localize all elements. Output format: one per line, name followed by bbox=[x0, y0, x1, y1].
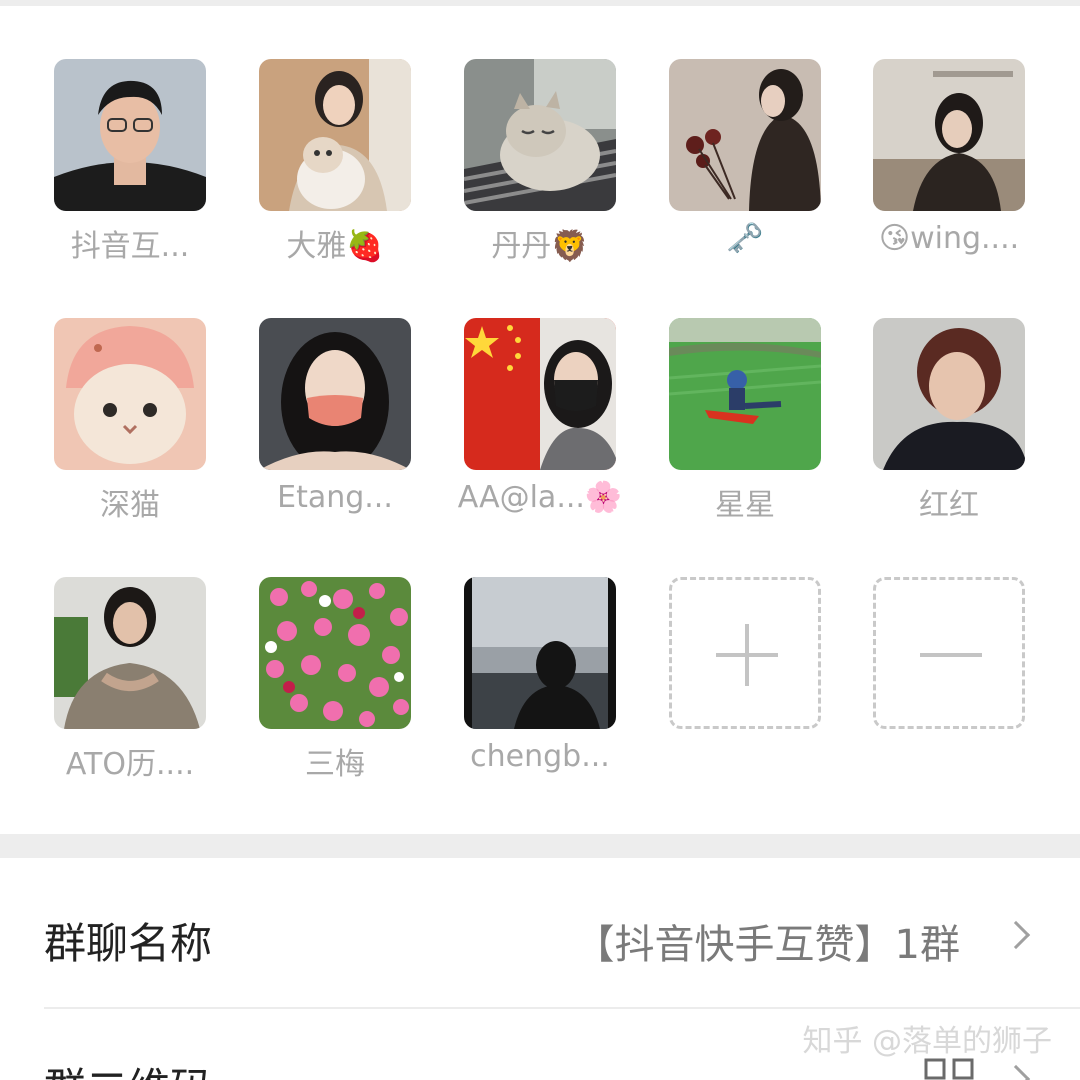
member-avatar[interactable] bbox=[873, 318, 1025, 470]
group-name-label: 群聊名称 bbox=[44, 919, 213, 968]
member-item[interactable]: 红红 bbox=[873, 318, 1025, 558]
member-item[interactable]: Etang... bbox=[259, 318, 411, 558]
member-item[interactable]: 丹丹🦁 bbox=[464, 59, 616, 299]
member-avatar[interactable] bbox=[54, 577, 206, 729]
member-item[interactable]: 星星 bbox=[669, 318, 821, 558]
member-name: 深猫 bbox=[100, 488, 160, 523]
member-avatar[interactable] bbox=[464, 577, 616, 729]
member-avatar[interactable] bbox=[464, 318, 616, 470]
member-name: 😘wing.... bbox=[878, 221, 1020, 256]
member-name: 🗝️ bbox=[726, 221, 764, 256]
member-avatar[interactable] bbox=[669, 59, 821, 211]
member-name: Etang... bbox=[277, 480, 393, 515]
member-item[interactable]: AA@la...🌸 bbox=[458, 318, 622, 558]
group-name-row[interactable]: 群聊名称 【抖音快手互赞】1群 bbox=[0, 858, 1080, 1008]
chevron-right-icon bbox=[1001, 920, 1031, 950]
member-avatar[interactable] bbox=[464, 59, 616, 211]
member-item[interactable]: 大雅🍓 bbox=[259, 59, 411, 299]
member-name: 抖音互... bbox=[70, 229, 190, 264]
member-item[interactable]: chengb... bbox=[464, 577, 616, 817]
member-name: AA@la...🌸 bbox=[457, 480, 623, 515]
chevron-right-icon bbox=[1001, 1064, 1031, 1080]
member-avatar[interactable] bbox=[259, 577, 411, 729]
member-name: 红红 bbox=[919, 488, 979, 523]
section-divider bbox=[0, 834, 1080, 858]
member-avatar[interactable] bbox=[669, 318, 821, 470]
member-item[interactable]: ATO历.... bbox=[54, 577, 206, 817]
add-member-button[interactable] bbox=[669, 577, 821, 729]
member-name: chengb... bbox=[470, 739, 610, 774]
member-name: 大雅🍓 bbox=[286, 229, 384, 264]
member-grid: 抖音互... 大雅🍓 丹丹🦁 🗝️ 😘wing.... 深猫 Etang... … bbox=[0, 6, 1080, 834]
member-avatar[interactable] bbox=[54, 318, 206, 470]
member-item[interactable]: 抖音互... bbox=[54, 59, 206, 299]
member-avatar[interactable] bbox=[873, 59, 1025, 211]
group-name-value: 【抖音快手互赞】1群 bbox=[574, 922, 960, 968]
member-avatar[interactable] bbox=[259, 318, 411, 470]
remove-member-button[interactable] bbox=[873, 577, 1025, 729]
member-avatar[interactable] bbox=[259, 59, 411, 211]
member-item[interactable]: 😘wing.... bbox=[873, 59, 1025, 299]
member-item[interactable]: 三梅 bbox=[259, 577, 411, 817]
group-qr-label: 群二维码 bbox=[44, 1055, 212, 1080]
member-name: ATO历.... bbox=[65, 747, 195, 782]
member-item[interactable]: 深猫 bbox=[54, 318, 206, 558]
member-avatar[interactable] bbox=[54, 59, 206, 211]
member-name: 星星 bbox=[715, 488, 775, 523]
member-name: 三梅 bbox=[305, 747, 365, 782]
member-item[interactable]: 🗝️ bbox=[669, 59, 821, 299]
qr-code-icon bbox=[924, 1058, 974, 1080]
watermark: 知乎 @落单的狮子 bbox=[802, 1024, 1052, 1059]
member-name: 丹丹🦁 bbox=[491, 229, 589, 264]
